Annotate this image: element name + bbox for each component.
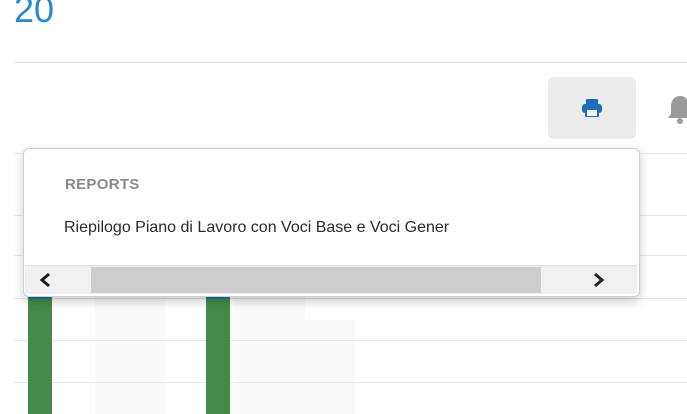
page-root: 20 REPORTS Riepilogo Piano di Lavoro con…	[0, 0, 687, 414]
chart-bar	[28, 294, 52, 414]
chart-gridline	[14, 298, 687, 299]
chart-bar	[206, 294, 230, 414]
header-divider	[14, 62, 687, 63]
chart-gridline	[14, 340, 687, 341]
chart-gridline	[14, 382, 687, 383]
print-button[interactable]	[548, 77, 636, 139]
chevron-left-icon	[39, 272, 50, 288]
report-menu-item[interactable]: Riepilogo Piano di Lavoro con Voci Base …	[64, 219, 449, 237]
scroll-left-button[interactable]	[25, 266, 65, 294]
bell-icon[interactable]	[666, 94, 687, 124]
page-number: 20	[14, 0, 55, 30]
horizontal-scrollbar[interactable]	[25, 265, 637, 294]
printer-icon	[582, 99, 602, 117]
scroll-right-button[interactable]	[579, 266, 619, 294]
chevron-right-icon	[594, 272, 605, 288]
dropdown-heading: REPORTS	[65, 176, 140, 193]
scrollbar-thumb[interactable]	[91, 267, 541, 293]
reports-dropdown: REPORTS Riepilogo Piano di Lavoro con Vo…	[23, 148, 640, 297]
chart-shade	[295, 320, 355, 414]
